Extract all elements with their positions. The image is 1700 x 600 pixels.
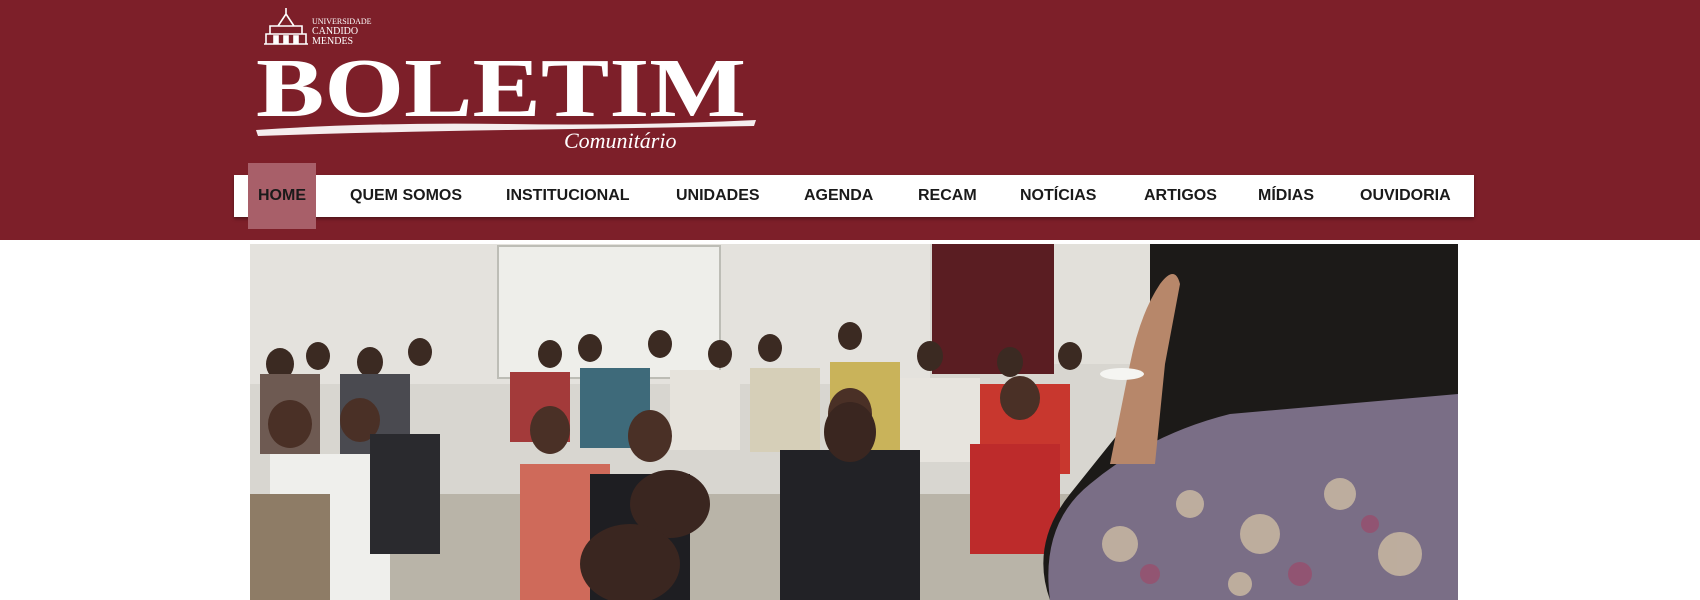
nav-item-recam[interactable]: RECAM (918, 175, 977, 217)
main-nav: HOME QUEM SOMOS INSTITUCIONAL UNIDADES A… (234, 163, 1474, 229)
logo-graphic: UNIVERSIDADE CANDIDO MENDES BOLETIM Comu… (256, 8, 756, 153)
boletim-logo[interactable]: UNIVERSIDADE CANDIDO MENDES BOLETIM Comu… (256, 6, 756, 156)
nav-item-artigos[interactable]: ARTIGOS (1144, 175, 1217, 217)
hero-image[interactable] (250, 244, 1458, 600)
boletim-subtitle: Comunitário (564, 128, 676, 153)
nav-item-institucional[interactable]: INSTITUCIONAL (506, 175, 630, 217)
nav-item-quem-somos[interactable]: QUEM SOMOS (350, 175, 462, 217)
nav-item-midias[interactable]: MÍDIAS (1258, 175, 1314, 217)
university-line1: UNIVERSIDADE (312, 17, 372, 26)
classroom-photo-icon (250, 244, 1458, 600)
nav-item-home[interactable]: HOME (248, 163, 316, 229)
site-header: UNIVERSIDADE CANDIDO MENDES BOLETIM Comu… (0, 0, 1700, 240)
university-emblem-icon (264, 8, 308, 45)
nav-item-noticias[interactable]: NOTÍCIAS (1020, 175, 1096, 217)
boletim-title: BOLETIM (256, 42, 746, 135)
nav-item-unidades[interactable]: UNIDADES (676, 175, 760, 217)
whiteboard (497, 245, 721, 379)
nav-item-ouvidoria[interactable]: OUVIDORIA (1360, 175, 1451, 217)
nav-item-agenda[interactable]: AGENDA (804, 175, 873, 217)
